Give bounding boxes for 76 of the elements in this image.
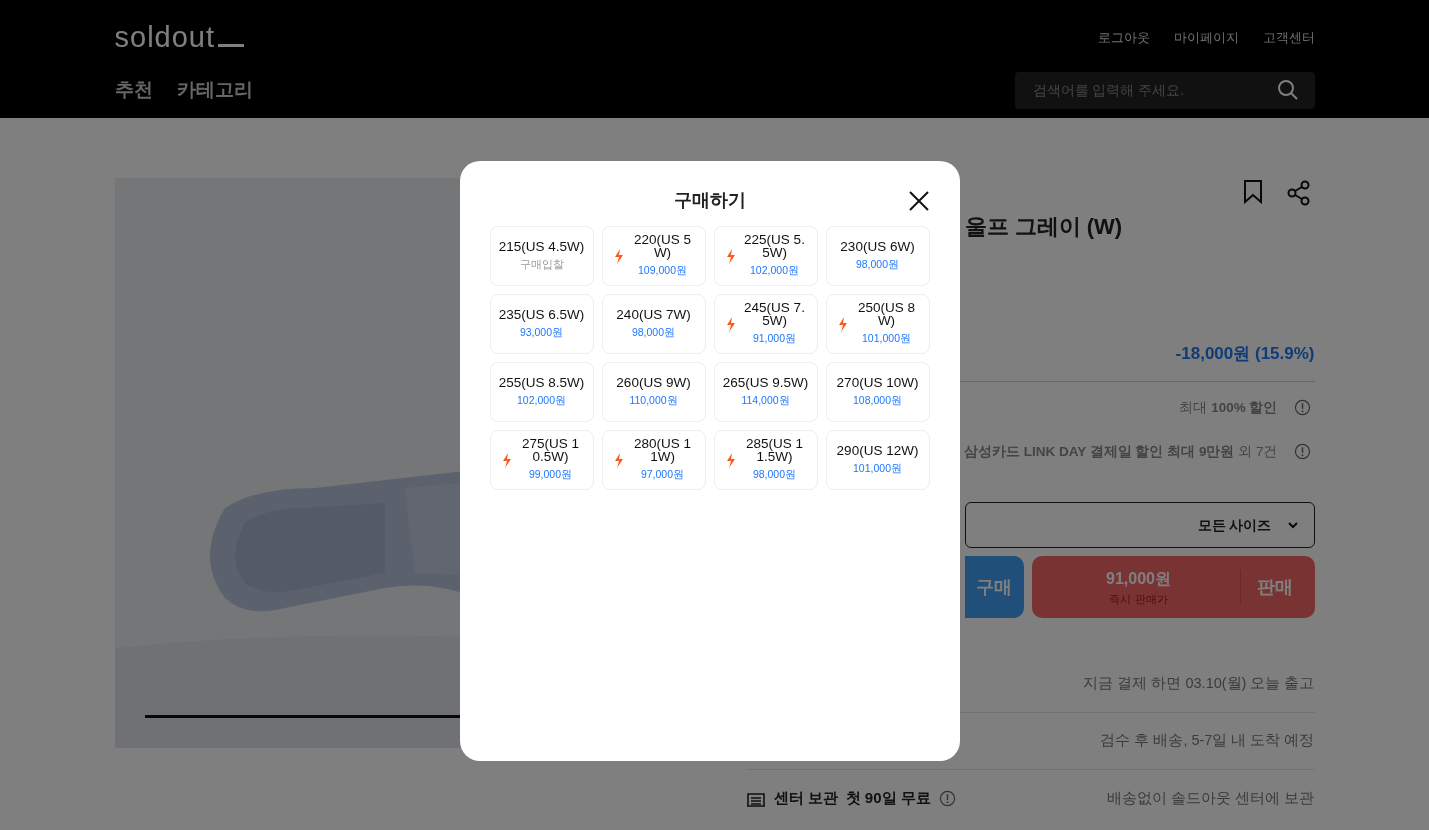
size-price: 101,000원 <box>862 331 911 347</box>
size-option[interactable]: 285(US 11.5W) 98,000원 <box>713 430 818 490</box>
size-price: 93,000원 <box>519 324 564 340</box>
delivery-info: 검수 후 배송, 5-7일 내 도착 예정 <box>1100 731 1315 751</box>
size-select[interactable]: 모든 사이즈 <box>964 502 1315 548</box>
delivery-info: 배송없이 솔드아웃 센터에 보관 <box>1107 788 1315 808</box>
size-price: 97,000원 <box>640 467 685 483</box>
size-price: 98,000원 <box>855 256 900 272</box>
sell-label: 판매 <box>1255 575 1294 599</box>
size-option[interactable]: 270(US 10W) 108,000원 <box>825 362 930 422</box>
top-link[interactable]: 로그아웃 <box>1097 28 1150 48</box>
logo[interactable]: soldout <box>114 16 244 60</box>
size-label: 260(US 9W) <box>616 375 691 389</box>
benefit-text: 삼성카드 LINK DAY 결제일 할인 최대 9만원 외 7건 <box>963 442 1278 461</box>
product-title: 울프 그레이 (W) <box>964 213 1124 241</box>
warehouse-icon <box>745 790 766 807</box>
size-option[interactable]: 280(US 11W) 97,000원 <box>601 430 706 490</box>
storage-offer: 첫 90일 무료 <box>845 788 931 809</box>
size-price: 108,000원 <box>853 392 902 408</box>
search-icon[interactable] <box>1276 79 1299 101</box>
size-price: 99,000원 <box>528 467 573 483</box>
size-option[interactable]: 265(US 9.5W) 114,000원 <box>713 362 818 422</box>
info-icon[interactable] <box>938 790 956 807</box>
nav-link[interactable]: 추천 <box>114 75 153 105</box>
size-price: 102,000원 <box>517 392 566 408</box>
benefit-text: 최대 100% 할인 <box>1179 398 1278 417</box>
size-label: 265(US 9.5W) <box>722 375 809 389</box>
size-price: 109,000원 <box>638 263 687 279</box>
info-icon[interactable] <box>1293 443 1311 461</box>
size-price: 98,000원 <box>752 467 797 483</box>
size-label: 245(US 7.5W) <box>743 301 806 328</box>
size-option[interactable]: 240(US 7W) 98,000원 <box>601 294 706 354</box>
top-link[interactable]: 마이페이지 <box>1173 28 1239 48</box>
size-label: 240(US 7W) <box>616 307 691 321</box>
share-icon[interactable] <box>1286 180 1311 206</box>
size-option[interactable]: 235(US 6.5W) 93,000원 <box>489 294 594 354</box>
size-option[interactable]: 255(US 8.5W) 102,000원 <box>489 362 594 422</box>
size-label: 220(US 5W) <box>632 233 692 260</box>
size-price: 101,000원 <box>853 460 902 476</box>
size-option[interactable]: 250(US 8W) 101,000원 <box>825 294 930 354</box>
size-price: 110,000원 <box>629 392 678 408</box>
discount-text: -18,000원 (15.9%) <box>1174 343 1315 365</box>
close-icon[interactable] <box>908 190 929 211</box>
size-option[interactable]: 225(US 5.5W) 102,000원 <box>713 226 818 286</box>
size-option[interactable]: 230(US 6W) 98,000원 <box>825 226 930 286</box>
size-option[interactable]: 220(US 5W) 109,000원 <box>601 226 706 286</box>
size-option[interactable]: 275(US 10.5W) 99,000원 <box>489 430 594 490</box>
modal-title: 구매하기 <box>673 189 746 212</box>
sell-price: 91,000원 <box>1106 568 1171 589</box>
size-label: 285(US 11.5W) <box>744 437 804 464</box>
size-label: 230(US 6W) <box>840 239 915 253</box>
chevron-icon <box>1287 521 1298 529</box>
bookmark-icon[interactable] <box>1242 180 1263 204</box>
size-option[interactable]: 245(US 7.5W) 91,000원 <box>713 294 818 354</box>
bid-label: 구매입찰 <box>519 256 564 272</box>
size-label: 280(US 11W) <box>632 437 692 464</box>
size-label: 255(US 8.5W) <box>498 375 585 389</box>
top-link[interactable]: 고객센터 <box>1262 28 1315 48</box>
size-option[interactable]: 290(US 12W) 101,000원 <box>825 430 930 490</box>
nav-link[interactable]: 카테고리 <box>176 75 253 105</box>
size-label: 270(US 10W) <box>836 375 919 389</box>
size-price: 114,000원 <box>741 392 790 408</box>
size-label: 290(US 12W) <box>836 443 919 457</box>
size-price: 102,000원 <box>750 263 799 279</box>
size-price: 91,000원 <box>752 331 797 347</box>
delivery-info: 지금 결제 하면 03.10(월) 오늘 출고 <box>1083 674 1315 694</box>
size-option[interactable]: 215(US 4.5W) 구매입찰 <box>489 226 594 286</box>
size-label: 235(US 6.5W) <box>498 307 585 321</box>
size-label: 215(US 4.5W) <box>498 239 585 253</box>
size-label: 250(US 8W) <box>856 301 916 328</box>
size-option[interactable]: 260(US 9W) 110,000원 <box>601 362 706 422</box>
size-price: 98,000원 <box>631 324 676 340</box>
storage-label: 센터 보관 <box>773 788 838 809</box>
info-icon[interactable] <box>1293 399 1311 417</box>
size-label: 225(US 5.5W) <box>743 233 806 260</box>
size-label: 275(US 10.5W) <box>520 437 580 464</box>
